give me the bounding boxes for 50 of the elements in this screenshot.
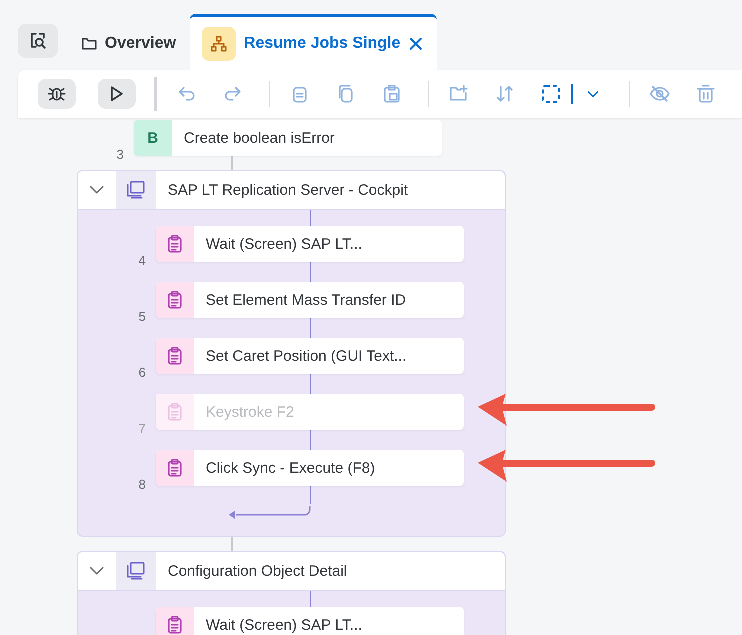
duplicate-icon[interactable] xyxy=(336,84,356,104)
step-number: 6 xyxy=(138,365,146,380)
step-number: 5 xyxy=(138,309,146,324)
sort-icon[interactable] xyxy=(495,84,515,104)
play-icon xyxy=(110,86,124,102)
add-folder-icon[interactable] xyxy=(449,84,469,104)
step-number: 3 xyxy=(116,147,124,162)
step-number: 7 xyxy=(138,421,146,436)
step-card[interactable]: Wait (Screen) SAP LT... xyxy=(156,607,464,635)
step-label: Click Sync - Execute (F8) xyxy=(205,458,376,478)
step-label: Wait (Screen) SAP LT... xyxy=(205,616,362,635)
run-button[interactable] xyxy=(98,79,136,109)
step-label: Set Caret Position (GUI Text... xyxy=(205,346,407,366)
step-label: Keystroke F2 xyxy=(205,402,294,422)
group-title: Configuration Object Detail xyxy=(167,562,348,582)
step-number: 8 xyxy=(138,477,146,492)
undo-icon[interactable] xyxy=(177,84,197,104)
step-number: 4 xyxy=(138,253,146,268)
tab[interactable]: Overview xyxy=(68,14,190,70)
screen-icon xyxy=(126,180,146,200)
paste-icon[interactable] xyxy=(382,84,402,104)
clipboard-icon xyxy=(167,291,183,309)
screen-icon xyxy=(126,561,146,581)
copy-icon[interactable] xyxy=(290,84,310,104)
search-icon xyxy=(29,32,47,50)
clipboard-icon xyxy=(167,235,183,253)
redo-icon[interactable] xyxy=(223,84,243,104)
clipboard-icon xyxy=(167,616,183,634)
step-label: Set Element Mass Transfer ID xyxy=(205,290,406,310)
step-label: Create boolean isError xyxy=(183,128,335,148)
step-card[interactable]: Set Element Mass Transfer ID xyxy=(156,282,464,318)
close-icon[interactable] xyxy=(408,36,423,50)
tab[interactable]: Resume Jobs Single xyxy=(190,14,437,70)
step-card[interactable]: B Create boolean isError xyxy=(134,120,442,156)
folder-icon xyxy=(82,37,97,50)
group-title: SAP LT Replication Server - Cockpit xyxy=(167,180,408,200)
step-card[interactable]: Set Caret Position (GUI Text... xyxy=(156,338,464,374)
selection-icon[interactable] xyxy=(541,84,561,104)
hierarchy-icon xyxy=(202,26,236,60)
hide-icon[interactable] xyxy=(650,84,670,104)
step-card[interactable]: Wait (Screen) SAP LT... xyxy=(156,226,464,262)
debug-button[interactable] xyxy=(38,79,76,109)
delete-icon[interactable] xyxy=(696,84,716,104)
clipboard-icon xyxy=(167,459,183,477)
step-label: Wait (Screen) SAP LT... xyxy=(205,234,362,254)
search-button[interactable] xyxy=(18,24,58,58)
clipboard-icon xyxy=(167,403,183,421)
clipboard-icon xyxy=(167,347,183,365)
type-letter: B xyxy=(146,128,160,148)
step-card[interactable]: Click Sync - Execute (F8) xyxy=(156,450,464,486)
